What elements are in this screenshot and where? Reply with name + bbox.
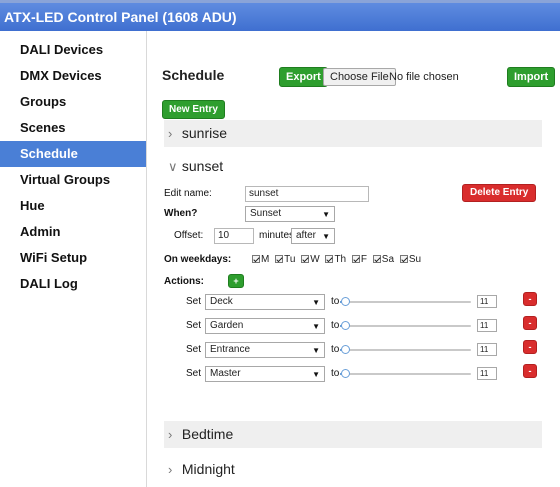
sidebar-item-groups[interactable]: Groups (0, 89, 146, 115)
set-label: Set (186, 344, 202, 355)
caret-down-icon: ▼ (312, 298, 320, 307)
action-target-value: Deck (210, 296, 233, 307)
level-slider-thumb[interactable] (341, 321, 350, 330)
offset-input[interactable]: 10 (214, 228, 254, 244)
schedule-entry-name: Bedtime (181, 426, 234, 442)
to-label: to (331, 296, 340, 307)
caret-down-icon: ▼ (312, 322, 320, 331)
level-slider-track[interactable] (340, 325, 471, 327)
level-slider-track[interactable] (340, 349, 471, 351)
set-label: Set (186, 296, 202, 307)
action-target-value: Entrance (210, 344, 251, 355)
edit-name-label: Edit name: (164, 188, 212, 199)
weekday-checkbox[interactable] (372, 254, 381, 263)
when-select[interactable]: Sunset ▼ (245, 206, 335, 222)
remove-action-button[interactable]: - (523, 364, 537, 378)
weekday-checkboxes: M Tu W Th F Sa Su (249, 254, 421, 265)
choose-file-button[interactable]: Choose File (323, 68, 396, 86)
page-title: Schedule (162, 67, 225, 83)
schedule-entry-name: Midnight (181, 461, 235, 477)
chevron-right-icon: › (168, 462, 173, 477)
schedule-entry-sunrise[interactable]: › sunrise (164, 120, 542, 147)
weekday-label: M (261, 254, 270, 265)
remove-action-button[interactable]: - (523, 316, 537, 330)
sidebar-item-dali-devices[interactable]: DALI Devices (0, 37, 146, 63)
level-slider-track[interactable] (340, 373, 471, 375)
offset-unit-label: minutes (259, 230, 295, 241)
level-value-input[interactable]: 11 (477, 295, 497, 308)
sidebar-item-virtual-groups[interactable]: Virtual Groups (0, 167, 146, 193)
file-status: No file chosen (389, 71, 459, 83)
delete-entry-button[interactable]: Delete Entry (462, 184, 537, 202)
chevron-down-icon: ∨ (168, 159, 178, 174)
caret-down-icon: ▼ (322, 210, 330, 219)
main-panel: Schedule Export Choose File No file chos… (148, 31, 560, 487)
chevron-right-icon: › (168, 126, 173, 141)
to-label: to (331, 344, 340, 355)
when-label: When? (164, 208, 198, 219)
weekday-label: F (360, 254, 368, 265)
weekday-checkbox[interactable] (399, 254, 408, 263)
weekday-checkbox[interactable] (301, 254, 310, 263)
chevron-right-icon: › (168, 427, 173, 442)
action-target-value: Garden (210, 320, 244, 331)
edit-name-input[interactable]: sunset (245, 186, 369, 202)
export-button[interactable]: Export (279, 67, 328, 87)
set-label: Set (186, 368, 202, 379)
to-label: to (331, 320, 340, 331)
level-slider-thumb[interactable] (341, 297, 350, 306)
schedule-entry-bedtime[interactable]: › Bedtime (164, 421, 542, 448)
app-title: ATX-LED Control Panel (1608 ADU) (0, 3, 560, 31)
weekday-label: Su (408, 254, 422, 265)
weekday-checkbox[interactable] (252, 254, 260, 263)
weekday-checkbox[interactable] (351, 254, 360, 263)
offset-direction-value: after (296, 230, 317, 241)
add-action-button[interactable]: + (228, 274, 244, 288)
sidebar-item-schedule[interactable]: Schedule (0, 141, 146, 167)
weekday-label: Sa (381, 254, 395, 265)
remove-action-button[interactable]: - (523, 340, 537, 354)
actions-label: Actions: (164, 276, 204, 287)
sidebar-item-admin[interactable]: Admin (0, 219, 146, 245)
level-value-input[interactable]: 11 (477, 319, 497, 332)
action-target-select[interactable]: Garden ▼ (205, 318, 325, 334)
offset-label: Offset: (174, 230, 204, 241)
schedule-entry-name: sunrise (181, 125, 228, 141)
action-target-select[interactable]: Entrance ▼ (205, 342, 325, 358)
weekday-label: W (310, 254, 320, 265)
caret-down-icon: ▼ (312, 346, 320, 355)
level-slider-track[interactable] (340, 301, 471, 303)
caret-down-icon: ▼ (312, 370, 320, 379)
sidebar-item-wifi-setup[interactable]: WiFi Setup (0, 245, 146, 271)
sidebar-item-dmx-devices[interactable]: DMX Devices (0, 63, 146, 89)
level-slider-thumb[interactable] (341, 369, 350, 378)
action-target-select[interactable]: Deck ▼ (205, 294, 325, 310)
schedule-entry-name: sunset (181, 158, 224, 174)
when-select-value: Sunset (250, 208, 282, 219)
sidebar: DALI Devices DMX Devices Groups Scenes S… (0, 31, 147, 487)
level-value-input[interactable]: 11 (477, 367, 497, 380)
level-slider-thumb[interactable] (341, 345, 350, 354)
action-target-value: Master (210, 368, 241, 379)
sidebar-item-scenes[interactable]: Scenes (0, 115, 146, 141)
action-target-select[interactable]: Master ▼ (205, 366, 325, 382)
weekday-label: Th (334, 254, 347, 265)
schedule-entry-midnight[interactable]: › Midnight (164, 457, 542, 481)
caret-down-icon: ▼ (322, 232, 330, 241)
weekday-checkbox[interactable] (275, 254, 284, 263)
offset-direction-select[interactable]: after ▼ (291, 228, 335, 244)
new-entry-button[interactable]: New Entry (162, 100, 225, 119)
schedule-entry-sunset[interactable]: ∨ sunset (164, 154, 542, 178)
weekday-label: Tu (284, 254, 296, 265)
weekdays-label: On weekdays: (164, 254, 232, 265)
to-label: to (331, 368, 340, 379)
sidebar-item-dali-log[interactable]: DALI Log (0, 271, 146, 297)
weekday-checkbox[interactable] (325, 254, 334, 263)
set-label: Set (186, 320, 202, 331)
remove-action-button[interactable]: - (523, 292, 537, 306)
import-button[interactable]: Import (507, 67, 556, 87)
sidebar-item-hue[interactable]: Hue (0, 193, 146, 219)
level-value-input[interactable]: 11 (477, 343, 497, 356)
